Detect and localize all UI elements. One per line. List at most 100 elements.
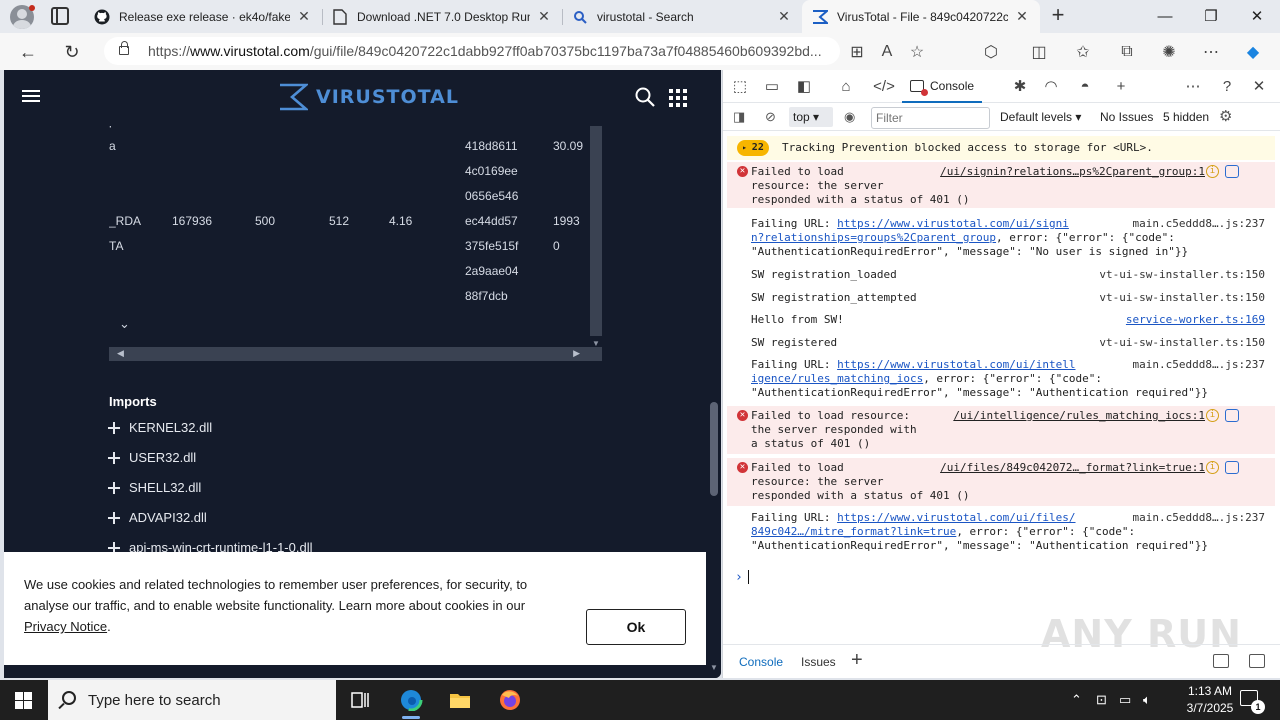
minimize-button[interactable]: — <box>1142 0 1188 33</box>
add-tool-icon[interactable]: + <box>1110 76 1132 98</box>
dock-side-icon[interactable]: ◧ <box>793 76 815 98</box>
windows-start-icon[interactable] <box>15 692 32 709</box>
network-icon[interactable]: ▭ <box>1119 692 1131 708</box>
tab-actions-icon[interactable] <box>51 7 69 25</box>
apps-grid-icon[interactable] <box>669 89 687 107</box>
source-link[interactable]: service-worker.ts:169 <box>1126 313 1265 327</box>
source-link[interactable]: vt-ui-sw-installer.ts:150 <box>1099 336 1265 350</box>
split-screen-icon[interactable]: ◫ <box>1024 42 1054 62</box>
source-link[interactable]: main.c5eddd8….js:237 <box>1133 217 1265 231</box>
live-expression-eye-icon[interactable]: ◉ <box>844 109 855 125</box>
copilot-explain-icon[interactable] <box>1225 165 1239 178</box>
lock-icon[interactable] <box>119 41 129 55</box>
tab-console[interactable]: Console <box>902 70 983 103</box>
new-tab-button[interactable]: + <box>1046 4 1070 28</box>
log-levels-dropdown[interactable]: Default levels ▾ <box>1000 110 1081 124</box>
firefox-icon[interactable] <box>486 680 532 720</box>
source-link[interactable]: vt-ui-sw-installer.ts:150 <box>1099 268 1265 282</box>
restore-button[interactable]: ❐ <box>1188 0 1234 33</box>
taskbar-search-box[interactable]: Type here to search <box>48 680 336 720</box>
tab-virustotal-file[interactable]: VirusTotal - File - 849c0420722c1c ✕ <box>802 0 1040 33</box>
error-source-link[interactable]: /ui/signin?relations…ps%2Cparent_group:1 <box>940 165 1205 179</box>
import-item[interactable]: USER32.dll <box>108 450 196 465</box>
edge-browser-icon[interactable] <box>387 680 433 720</box>
virustotal-logo[interactable]: VIRUSTOTAL <box>278 82 459 112</box>
collections-icon[interactable]: ⧉ <box>1112 43 1142 61</box>
close-drawer-icon[interactable] <box>1249 654 1265 668</box>
issues-counter[interactable]: No Issues <box>1100 110 1153 124</box>
file-explorer-icon[interactable] <box>436 680 482 720</box>
close-devtools-icon[interactable]: ✕ <box>1248 76 1270 98</box>
drawer-tab-console[interactable]: Console <box>739 655 783 669</box>
task-view-icon[interactable] <box>337 680 383 720</box>
expand-plus-icon[interactable] <box>108 451 120 464</box>
console-filter-input[interactable] <box>871 107 990 129</box>
page-scrollbar[interactable]: ▼ <box>707 70 721 678</box>
bug-sources-icon[interactable]: ✱ <box>1009 76 1031 98</box>
performance-icon[interactable]: ✺ <box>1154 42 1184 62</box>
source-link[interactable]: main.c5eddd8….js:237 <box>1133 511 1265 525</box>
more-menu-icon[interactable]: ⋯ <box>1196 42 1226 62</box>
chevron-down-icon[interactable]: ⌄ <box>119 316 133 331</box>
address-bar[interactable]: https://www.virustotal.com/gui/file/849c… <box>104 37 840 65</box>
close-window-button[interactable]: ✕ <box>1234 0 1280 33</box>
tab-github-release[interactable]: Release exe release · ek4o/fake-e ✕ <box>84 0 322 33</box>
meet-now-icon[interactable]: ⊡ <box>1096 692 1107 708</box>
show-hidden-icons-chevron-icon[interactable]: ⌃ <box>1071 692 1082 708</box>
privacy-notice-link[interactable]: Privacy Notice <box>24 619 107 634</box>
sidebar-toggle-icon[interactable]: ◨ <box>733 109 745 125</box>
copilot-icon[interactable]: ◆ <box>1238 42 1268 62</box>
close-tab-icon[interactable]: ✕ <box>536 8 552 25</box>
close-tab-icon[interactable]: ✕ <box>296 8 312 25</box>
extensions-icon[interactable]: ⬡ <box>976 42 1006 62</box>
help-icon[interactable]: ? <box>1216 76 1238 98</box>
read-aloud-icon[interactable]: A <box>872 43 902 61</box>
console-error-message[interactable]: ✕ Failed to load resource: the server re… <box>727 458 1275 506</box>
elements-tab-icon[interactable]: </> <box>873 76 895 98</box>
add-drawer-tab-icon[interactable]: + <box>851 649 863 672</box>
console-error-message[interactable]: ✕ Failed to load resource: the server re… <box>727 162 1275 208</box>
taskbar-clock[interactable]: 1:13 AM 3/7/2025 <box>1172 683 1248 717</box>
import-item[interactable]: ADVAPI32.dll <box>108 510 207 525</box>
expand-plus-icon[interactable] <box>108 511 120 524</box>
network-wifi-icon[interactable]: ◠ <box>1040 76 1062 98</box>
table-horizontal-scrollbar[interactable]: ◀ ▶ <box>109 347 602 361</box>
error-source-link[interactable]: /ui/intelligence/rules_matching_iocs:1 <box>953 409 1205 423</box>
info-icon[interactable]: i <box>1206 409 1219 422</box>
expand-plus-icon[interactable] <box>108 481 120 494</box>
search-icon[interactable] <box>634 86 656 108</box>
volume-icon[interactable]: 🔈︎ <box>1143 692 1151 708</box>
welcome-home-icon[interactable]: ⌂ <box>835 76 857 98</box>
drawer-tab-issues[interactable]: Issues <box>801 655 836 669</box>
performance-gauge-icon[interactable]: ◓ <box>1074 76 1096 98</box>
import-item[interactable]: KERNEL32.dll <box>108 420 212 435</box>
source-link[interactable]: vt-ui-sw-installer.ts:150 <box>1099 291 1265 305</box>
app-available-icon[interactable]: ⊞ <box>842 42 872 62</box>
url-text[interactable]: https://www.virustotal.com/gui/file/849c… <box>148 43 838 59</box>
error-source-link[interactable]: /ui/files/849c042072…_format?link=true:1 <box>940 461 1205 475</box>
import-item[interactable]: SHELL32.dll <box>108 480 201 495</box>
console-settings-gear-icon[interactable]: ⚙ <box>1219 107 1232 125</box>
back-arrow-icon[interactable]: ← <box>14 38 42 66</box>
copilot-explain-icon[interactable] <box>1225 409 1239 422</box>
console-warning-message[interactable]: 22 Tracking Prevention blocked access to… <box>727 136 1275 160</box>
favorite-star-icon[interactable]: ☆ <box>902 42 932 62</box>
inspect-element-icon[interactable]: ⬚ <box>729 76 751 98</box>
device-emulation-icon[interactable]: ▭ <box>761 76 783 98</box>
context-selector[interactable]: top ▾ <box>789 107 833 127</box>
close-tab-icon[interactable]: ✕ <box>1014 8 1030 25</box>
hamburger-menu-icon[interactable] <box>22 90 40 104</box>
info-icon[interactable]: i <box>1206 461 1219 474</box>
undock-drawer-icon[interactable] <box>1213 654 1229 668</box>
table-vertical-scrollbar[interactable]: ▼ <box>590 126 602 348</box>
expand-plus-icon[interactable] <box>108 421 120 434</box>
copilot-explain-icon[interactable] <box>1225 461 1239 474</box>
warning-count-badge[interactable]: 22 <box>737 140 769 156</box>
source-link[interactable]: main.c5eddd8….js:237 <box>1133 358 1265 372</box>
favorites-icon[interactable]: ✩ <box>1068 42 1098 62</box>
refresh-icon[interactable]: ↻ <box>58 38 86 66</box>
tab-virustotal-search[interactable]: virustotal - Search ✕ <box>562 0 802 33</box>
cookie-ok-button[interactable]: Ok <box>586 609 686 645</box>
close-tab-icon[interactable]: ✕ <box>776 8 792 25</box>
tab-dotnet-download[interactable]: Download .NET 7.0 Desktop Runt ✕ <box>322 0 562 33</box>
